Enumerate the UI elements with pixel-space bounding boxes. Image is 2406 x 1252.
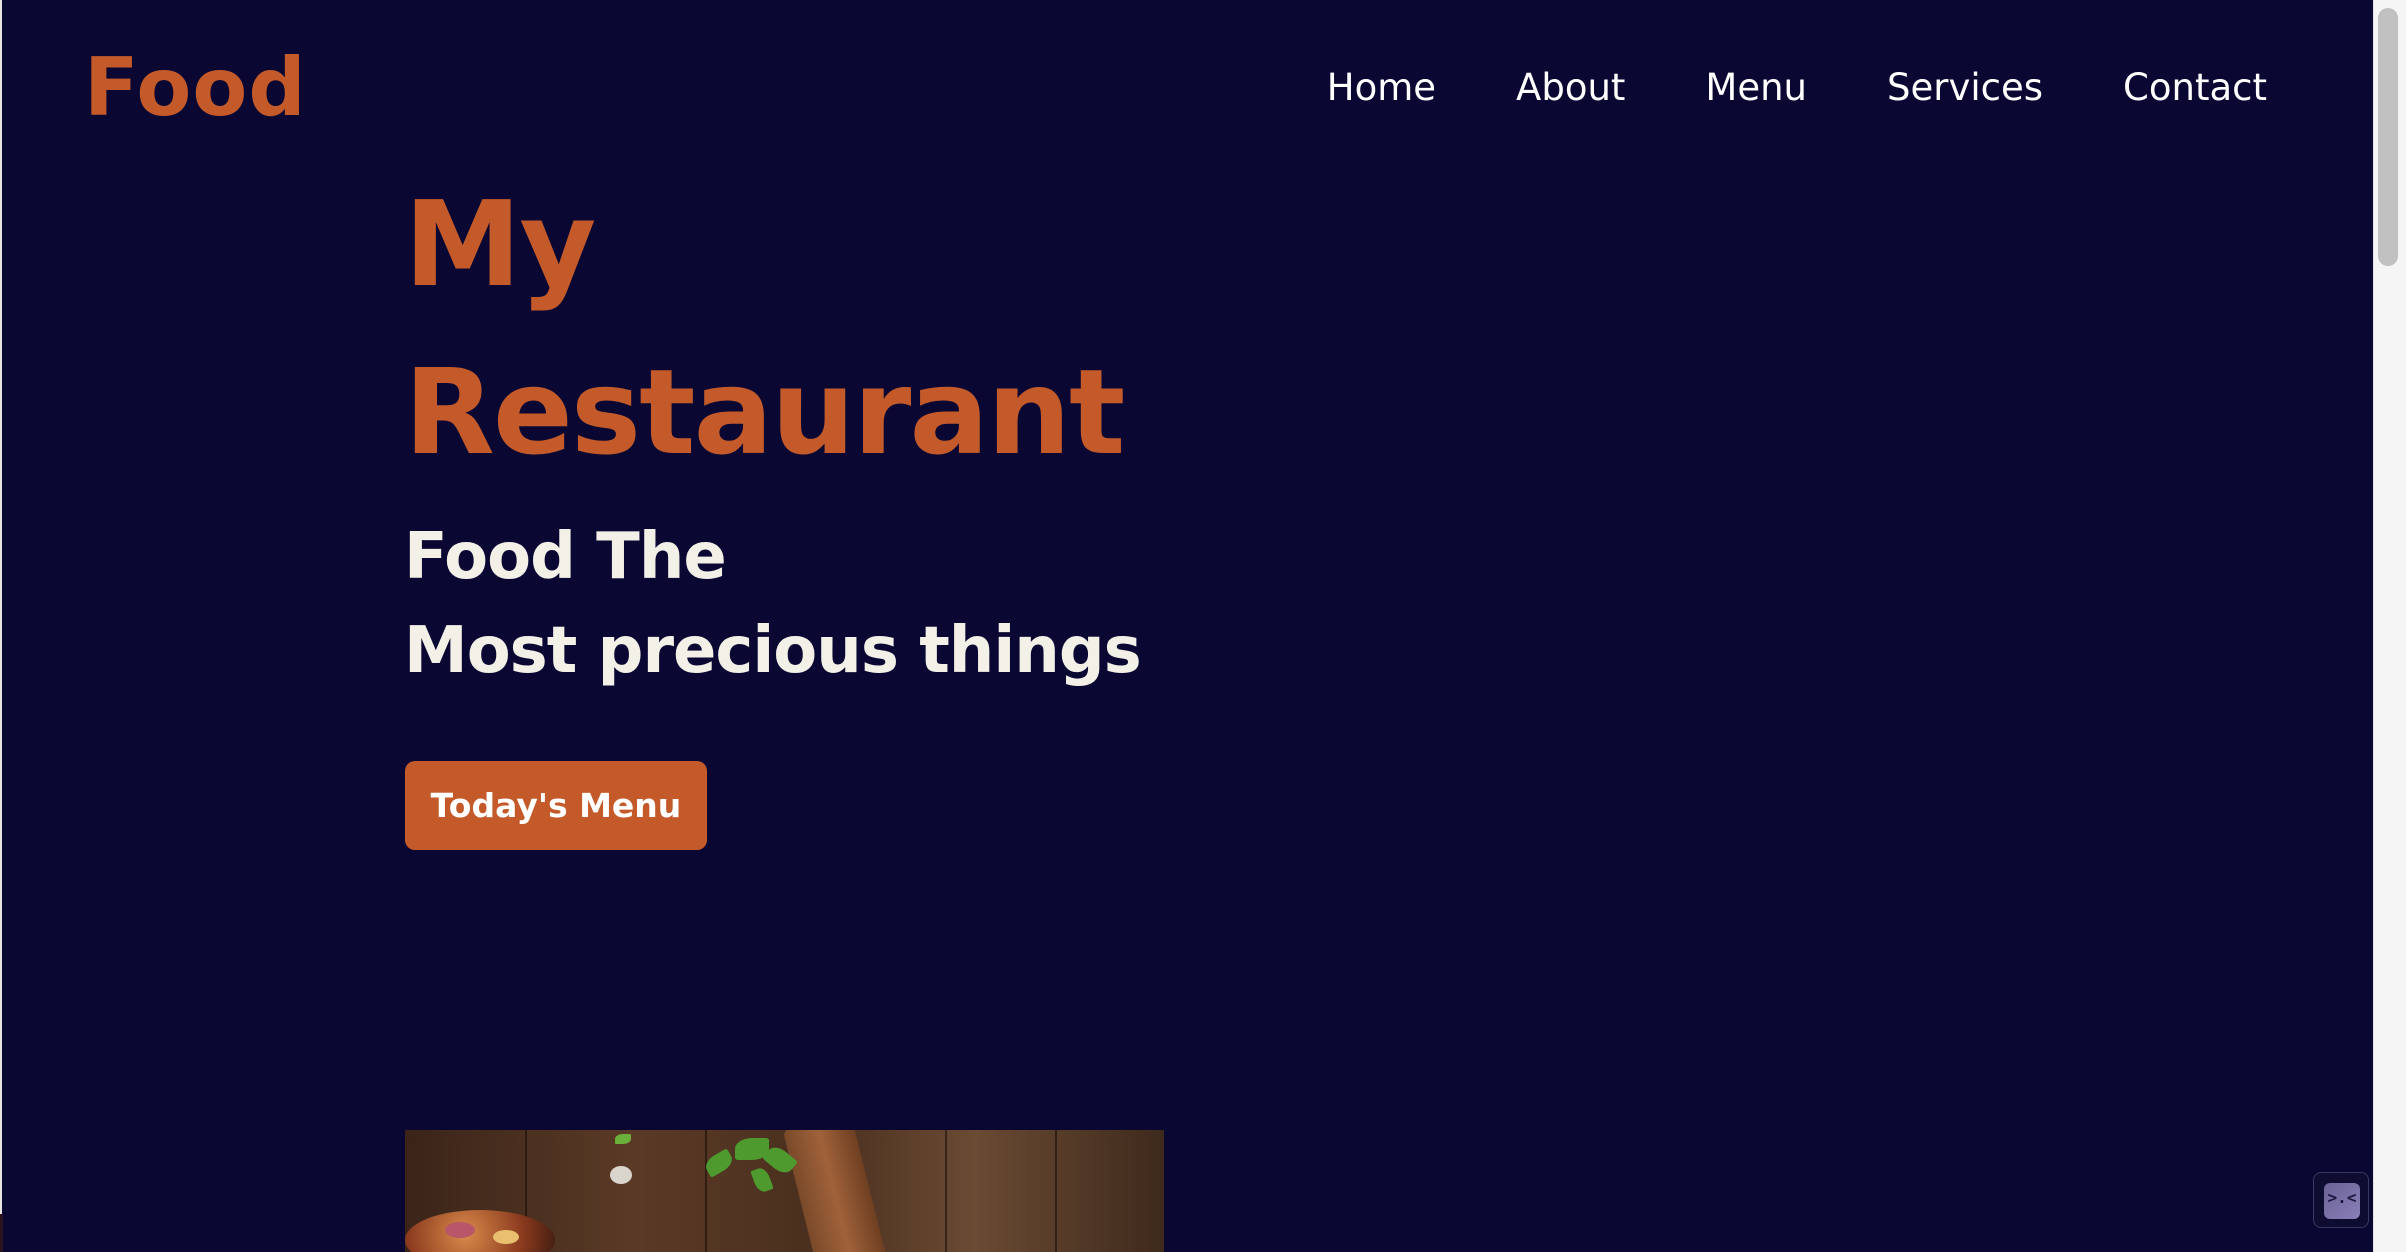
site-logo[interactable]: Food — [84, 38, 307, 138]
nav-services[interactable]: Services — [1887, 66, 2043, 109]
onion-slice — [445, 1222, 475, 1238]
browser-viewport: Food Home About Menu Services Contact My… — [0, 0, 2406, 1252]
window-edge-shadow — [0, 1214, 3, 1252]
hero-title: My Restaurant — [404, 160, 1125, 496]
dish-portion — [405, 1210, 555, 1252]
main-nav: Home About Menu Services Contact — [1327, 62, 2267, 112]
scrollbar-thumb[interactable] — [2378, 8, 2398, 266]
hero-title-line-2: Restaurant — [404, 343, 1125, 481]
hero-tagline: Food The Most precious things — [404, 510, 1142, 698]
wood-grain-line — [1055, 1130, 1057, 1252]
food-image — [405, 1130, 1164, 1252]
extension-widget-button[interactable]: >.< — [2313, 1172, 2369, 1228]
extension-face-icon: >.< — [2324, 1183, 2360, 1219]
todays-menu-button[interactable]: Today's Menu — [405, 761, 707, 850]
herb-leaf — [750, 1165, 774, 1195]
herb-leaf — [702, 1148, 736, 1178]
cutting-board — [782, 1130, 888, 1252]
window-edge — [0, 0, 2, 1252]
wood-grain-line — [705, 1130, 707, 1252]
nav-home[interactable]: Home — [1327, 66, 1436, 109]
hero-title-line-1: My — [404, 175, 596, 313]
hero-tagline-line-1: Food The — [404, 520, 727, 594]
wood-grain-line — [945, 1130, 947, 1252]
nav-about[interactable]: About — [1516, 66, 1625, 109]
landing-page: Food Home About Menu Services Contact My… — [2, 0, 2373, 1252]
hero-tagline-line-2: Most precious things — [404, 614, 1142, 688]
food-chunk — [493, 1230, 519, 1244]
nav-menu[interactable]: Menu — [1705, 66, 1807, 109]
nav-contact[interactable]: Contact — [2123, 66, 2267, 109]
garnish-piece — [610, 1166, 632, 1184]
herb-leaf — [615, 1134, 631, 1144]
